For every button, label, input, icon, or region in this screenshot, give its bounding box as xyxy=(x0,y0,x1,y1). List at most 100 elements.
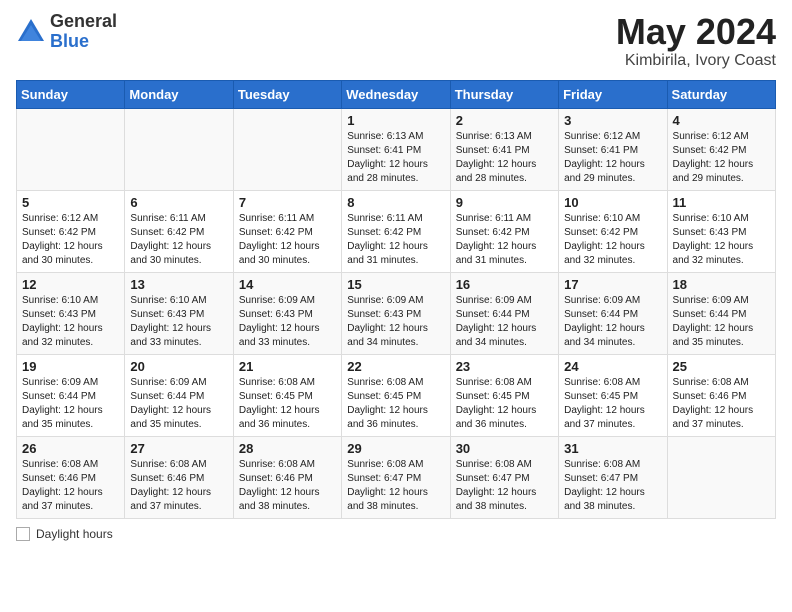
col-friday: Friday xyxy=(559,80,667,108)
day-cell: 23Sunrise: 6:08 AMSunset: 6:45 PMDayligh… xyxy=(450,354,558,436)
day-info: Sunrise: 6:11 AMSunset: 6:42 PMDaylight:… xyxy=(456,212,554,268)
day-cell xyxy=(125,108,233,190)
week-row-1: 1 Sunrise: 6:13 AMSunset: 6:41 PMDaylight… xyxy=(17,108,776,190)
day-info: Sunrise: 6:08 AMSunset: 6:45 PMDaylight:… xyxy=(564,376,662,432)
day-cell: 20 Sunrise: 6:09 AMSunset: 6:44 PMDayligh… xyxy=(125,354,233,436)
legend-daylight: Daylight hours xyxy=(16,527,113,541)
col-tuesday: Tuesday xyxy=(233,80,341,108)
day-info: Sunrise: 6:08 AMSunset: 6:45 PMDaylight:… xyxy=(239,376,337,432)
day-number: 28 xyxy=(239,441,337,456)
day-cell: 18 Sunrise: 6:09 AMSunset: 6:44 PMDayligh… xyxy=(667,272,775,354)
header: General Blue May 2024 Kimbirila, Ivory C… xyxy=(16,12,776,70)
day-number: 22 xyxy=(347,359,445,374)
day-number: 25 xyxy=(673,359,771,374)
day-number: 17 xyxy=(564,277,662,292)
day-cell: 9 Sunrise: 6:11 AMSunset: 6:42 PMDaylight… xyxy=(450,190,558,272)
day-number: 30 xyxy=(456,441,554,456)
day-info: Sunrise: 6:13 AMSunset: 6:41 PMDaylight:… xyxy=(347,130,445,186)
day-info: Sunrise: 6:09 AMSunset: 6:44 PMDaylight:… xyxy=(130,376,228,432)
day-number: 31 xyxy=(564,441,662,456)
day-cell: 25 Sunrise: 6:08 AMSunset: 6:46 PMDayligh… xyxy=(667,354,775,436)
day-cell: 31Sunrise: 6:08 AMSunset: 6:47 PMDayligh… xyxy=(559,436,667,518)
day-info: Sunrise: 6:09 AMSunset: 6:44 PMDaylight:… xyxy=(564,294,662,350)
day-number: 6 xyxy=(130,195,228,210)
day-cell: 15Sunrise: 6:09 AMSunset: 6:43 PMDayligh… xyxy=(342,272,450,354)
day-cell: 16Sunrise: 6:09 AMSunset: 6:44 PMDayligh… xyxy=(450,272,558,354)
logo-general-text: General xyxy=(50,12,117,32)
day-number: 3 xyxy=(564,113,662,128)
calendar-body: 1 Sunrise: 6:13 AMSunset: 6:41 PMDaylight… xyxy=(17,108,776,518)
day-cell: 11 Sunrise: 6:10 AMSunset: 6:43 PMDayligh… xyxy=(667,190,775,272)
day-info: Sunrise: 6:10 AMSunset: 6:43 PMDaylight:… xyxy=(130,294,228,350)
day-number: 7 xyxy=(239,195,337,210)
day-number: 11 xyxy=(673,195,771,210)
day-cell: 17 Sunrise: 6:09 AMSunset: 6:44 PMDayligh… xyxy=(559,272,667,354)
page: General Blue May 2024 Kimbirila, Ivory C… xyxy=(0,0,792,612)
day-number: 8 xyxy=(347,195,445,210)
day-info: Sunrise: 6:11 AMSunset: 6:42 PMDaylight:… xyxy=(130,212,228,268)
month-year-title: May 2024 xyxy=(616,12,776,52)
day-number: 18 xyxy=(673,277,771,292)
day-cell: 7 Sunrise: 6:11 AMSunset: 6:42 PMDaylight… xyxy=(233,190,341,272)
day-number: 4 xyxy=(673,113,771,128)
day-cell: 6 Sunrise: 6:11 AMSunset: 6:42 PMDaylight… xyxy=(125,190,233,272)
day-number: 23 xyxy=(456,359,554,374)
day-number: 19 xyxy=(22,359,120,374)
day-info: Sunrise: 6:09 AMSunset: 6:44 PMDaylight:… xyxy=(673,294,771,350)
day-number: 2 xyxy=(456,113,554,128)
logo-icon xyxy=(16,17,46,47)
day-info: Sunrise: 6:11 AMSunset: 6:42 PMDaylight:… xyxy=(239,212,337,268)
day-info: Sunrise: 6:12 AMSunset: 6:42 PMDaylight:… xyxy=(22,212,120,268)
day-number: 5 xyxy=(22,195,120,210)
day-cell: 4 Sunrise: 6:12 AMSunset: 6:42 PMDaylight… xyxy=(667,108,775,190)
logo-blue-text: Blue xyxy=(50,32,117,52)
day-cell xyxy=(17,108,125,190)
day-number: 9 xyxy=(456,195,554,210)
day-info: Sunrise: 6:08 AMSunset: 6:46 PMDaylight:… xyxy=(130,458,228,514)
day-number: 1 xyxy=(347,113,445,128)
col-saturday: Saturday xyxy=(667,80,775,108)
day-number: 10 xyxy=(564,195,662,210)
day-cell: 3 Sunrise: 6:12 AMSunset: 6:41 PMDaylight… xyxy=(559,108,667,190)
day-number: 12 xyxy=(22,277,120,292)
day-number: 13 xyxy=(130,277,228,292)
footer: Daylight hours xyxy=(16,527,776,541)
day-info: Sunrise: 6:08 AMSunset: 6:47 PMDaylight:… xyxy=(347,458,445,514)
day-cell: 22Sunrise: 6:08 AMSunset: 6:45 PMDayligh… xyxy=(342,354,450,436)
day-info: Sunrise: 6:08 AMSunset: 6:46 PMDaylight:… xyxy=(673,376,771,432)
day-info: Sunrise: 6:08 AMSunset: 6:46 PMDaylight:… xyxy=(239,458,337,514)
day-cell: 13 Sunrise: 6:10 AMSunset: 6:43 PMDayligh… xyxy=(125,272,233,354)
col-monday: Monday xyxy=(125,80,233,108)
calendar-table: Sunday Monday Tuesday Wednesday Thursday… xyxy=(16,80,776,519)
day-number: 27 xyxy=(130,441,228,456)
day-info: Sunrise: 6:12 AMSunset: 6:41 PMDaylight:… xyxy=(564,130,662,186)
day-cell: 2 Sunrise: 6:13 AMSunset: 6:41 PMDaylight… xyxy=(450,108,558,190)
day-info: Sunrise: 6:10 AMSunset: 6:43 PMDaylight:… xyxy=(22,294,120,350)
day-number: 24 xyxy=(564,359,662,374)
logo: General Blue xyxy=(16,12,117,52)
week-row-2: 5 Sunrise: 6:12 AMSunset: 6:42 PMDaylight… xyxy=(17,190,776,272)
day-number: 21 xyxy=(239,359,337,374)
day-number: 26 xyxy=(22,441,120,456)
day-info: Sunrise: 6:08 AMSunset: 6:46 PMDaylight:… xyxy=(22,458,120,514)
week-row-4: 19 Sunrise: 6:09 AMSunset: 6:44 PMDayligh… xyxy=(17,354,776,436)
location-subtitle: Kimbirila, Ivory Coast xyxy=(616,52,776,70)
day-cell: 14Sunrise: 6:09 AMSunset: 6:43 PMDayligh… xyxy=(233,272,341,354)
day-cell: 1 Sunrise: 6:13 AMSunset: 6:41 PMDaylight… xyxy=(342,108,450,190)
col-sunday: Sunday xyxy=(17,80,125,108)
day-cell: 28 Sunrise: 6:08 AMSunset: 6:46 PMDayligh… xyxy=(233,436,341,518)
day-cell: 12 Sunrise: 6:10 AMSunset: 6:43 PMDayligh… xyxy=(17,272,125,354)
day-cell: 21 Sunrise: 6:08 AMSunset: 6:45 PMDayligh… xyxy=(233,354,341,436)
day-cell: 8Sunrise: 6:11 AMSunset: 6:42 PMDaylight… xyxy=(342,190,450,272)
day-cell xyxy=(667,436,775,518)
day-number: 14 xyxy=(239,277,337,292)
day-cell: 5 Sunrise: 6:12 AMSunset: 6:42 PMDaylight… xyxy=(17,190,125,272)
day-info: Sunrise: 6:10 AMSunset: 6:43 PMDaylight:… xyxy=(673,212,771,268)
day-info: Sunrise: 6:12 AMSunset: 6:42 PMDaylight:… xyxy=(673,130,771,186)
day-cell: 29Sunrise: 6:08 AMSunset: 6:47 PMDayligh… xyxy=(342,436,450,518)
col-wednesday: Wednesday xyxy=(342,80,450,108)
day-info: Sunrise: 6:09 AMSunset: 6:43 PMDaylight:… xyxy=(347,294,445,350)
day-number: 20 xyxy=(130,359,228,374)
day-info: Sunrise: 6:13 AMSunset: 6:41 PMDaylight:… xyxy=(456,130,554,186)
title-block: May 2024 Kimbirila, Ivory Coast xyxy=(616,12,776,70)
